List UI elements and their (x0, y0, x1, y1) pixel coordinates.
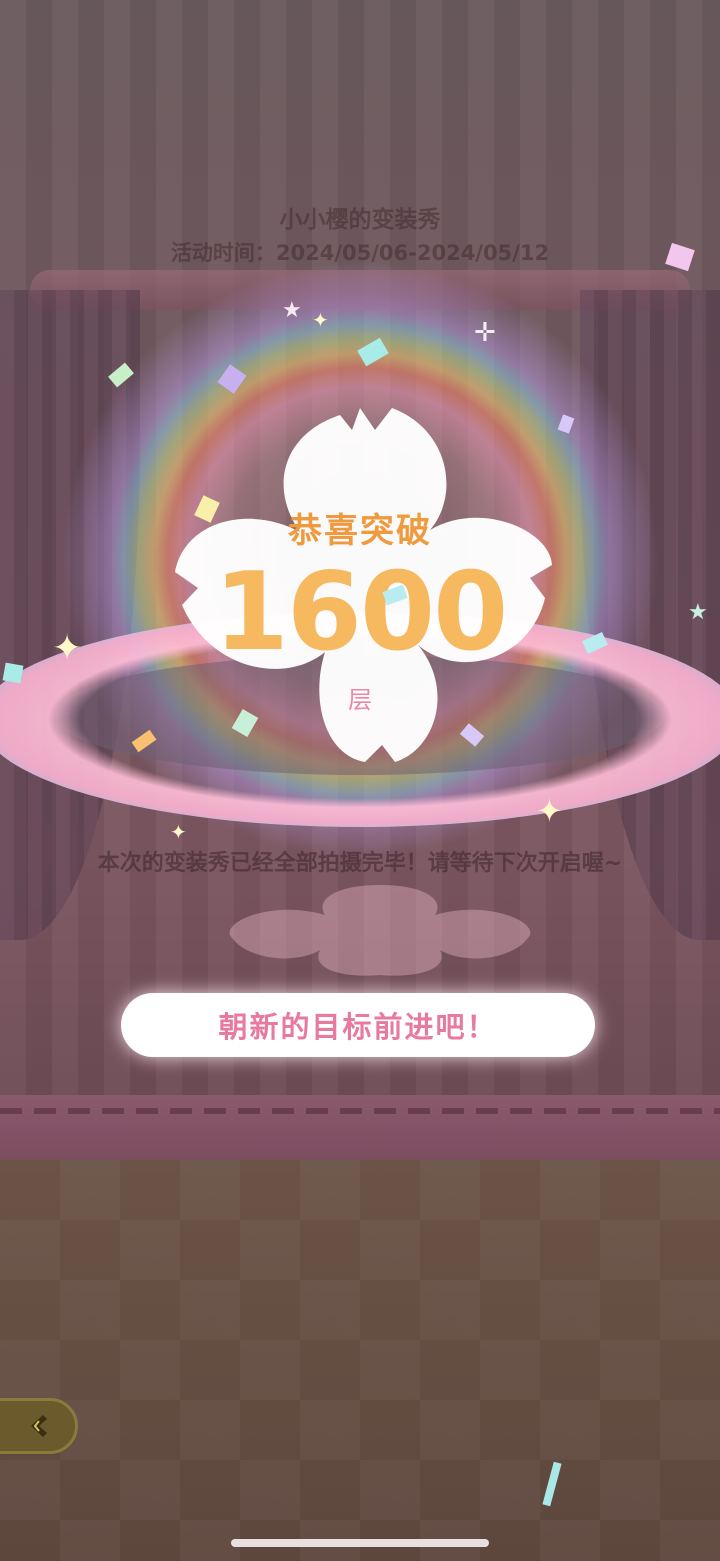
flower-shadow-icon (229, 885, 531, 976)
sparkle-icon: ✦ (170, 820, 187, 844)
completion-message: 本次的变装秀已经全部拍摄完毕！请等待下次开启喔~ (97, 851, 623, 876)
congrats-heading: 恭喜突破 (288, 511, 432, 551)
back-arrow-icon (31, 1415, 47, 1437)
sparkle-icon: ✦ (312, 308, 329, 332)
back-button[interactable] (0, 1398, 78, 1454)
floor-unit: 层 (348, 686, 372, 714)
sparkle-icon: ✦ (536, 792, 563, 830)
sparkle-icon: ✛ (474, 318, 496, 348)
floor-number: 1600 (213, 550, 509, 675)
sparkle-icon: ★ (282, 298, 302, 323)
sparkle-icon: ✦ (52, 628, 83, 669)
next-goal-button[interactable]: 朝新的目标前进吧！ (121, 993, 595, 1057)
stage-floor (0, 1160, 720, 1561)
stage-edge (0, 1095, 720, 1165)
confetti-piece (2, 662, 24, 684)
home-indicator (231, 1539, 489, 1547)
sparkle-icon: ★ (688, 600, 708, 625)
stage-edge-trim (0, 1108, 720, 1114)
